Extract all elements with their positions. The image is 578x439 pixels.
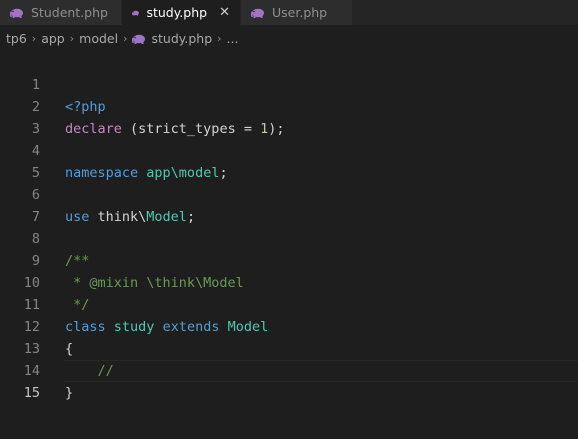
code-line: 3 <box>0 96 578 137</box>
code-line: 10 */ <box>0 250 578 313</box>
breadcrumb-study-php[interactable]: study.php <box>151 31 212 46</box>
php-icon <box>132 9 140 16</box>
tab-user-php[interactable]: User.php <box>241 0 353 25</box>
code-line: 7 <box>0 184 578 225</box>
code-line: 12 { <box>0 294 578 357</box>
breadcrumb-symbols[interactable]: ... <box>227 31 239 46</box>
tab-label: Student.php <box>31 5 108 20</box>
code-line: 15 <box>0 360 578 401</box>
php-icon <box>132 33 147 44</box>
line-number: 15 <box>23 385 40 401</box>
close-icon[interactable]: ✕ <box>219 5 230 20</box>
code-line: 9 * @mixin \think\Model <box>0 228 578 291</box>
chevron-right-icon: › <box>217 32 222 45</box>
chevron-right-icon: › <box>31 32 37 45</box>
tab-label: User.php <box>272 5 328 20</box>
code-line: 14 } <box>0 338 578 401</box>
code-line: 8 /** <box>0 206 578 269</box>
code-line: 13 // <box>0 316 578 379</box>
code-editor[interactable]: 1 <?php 2 declare (strict_types = 1); 3 … <box>0 52 578 439</box>
chevron-right-icon: › <box>69 32 75 45</box>
breadcrumb-model[interactable]: model <box>79 31 118 46</box>
code-line: 2 declare (strict_types = 1); <box>0 74 578 137</box>
chevron-right-icon: › <box>123 32 128 45</box>
php-icon <box>10 7 24 18</box>
code-line: 6 use think\Model; <box>0 162 578 225</box>
tab-bar: Student.php study.php ✕ User.php <box>0 0 578 25</box>
code-line: 5 <box>0 140 578 181</box>
breadcrumb: tp6 › app › model › study.php › ... <box>0 25 578 52</box>
code-line: 11 class study extends Model <box>0 272 578 335</box>
code-line: 4 namespace app\model; <box>0 118 578 181</box>
breadcrumb-app[interactable]: app <box>41 31 65 46</box>
breadcrumb-tp6[interactable]: tp6 <box>6 31 27 46</box>
code-line: 1 <?php <box>0 52 578 115</box>
php-icon <box>251 7 265 18</box>
tab-study-php[interactable]: study.php ✕ <box>122 0 241 25</box>
tab-label: study.php <box>146 5 208 20</box>
tab-student-php[interactable]: Student.php <box>0 0 122 25</box>
brace: } <box>65 385 74 401</box>
